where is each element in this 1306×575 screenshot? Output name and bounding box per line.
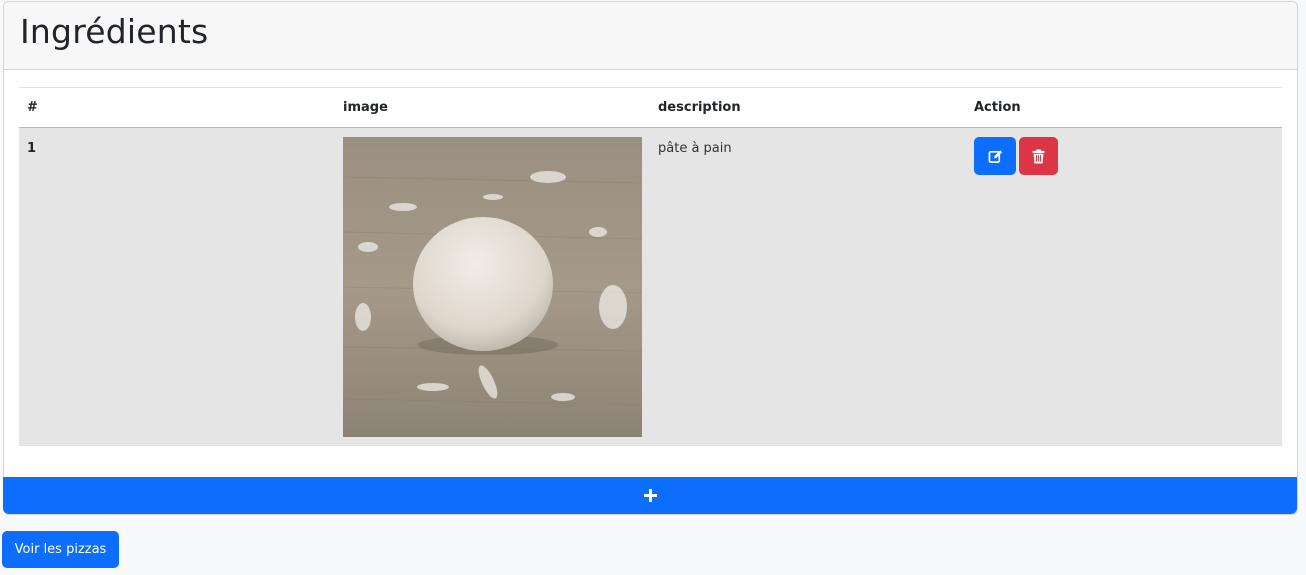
edit-button[interactable] [974,137,1016,175]
dough-image [343,137,642,437]
column-header-description: description [650,87,966,128]
row-description: pâte à pain [650,127,966,446]
edit-icon [988,149,1002,163]
trash-icon [1032,149,1045,163]
row-actions [966,127,1282,446]
column-header-index: # [19,87,335,128]
delete-button[interactable] [1019,137,1058,175]
ingredients-card: Ingrédients # image description Action 1 [3,1,1298,515]
table-header-row: # image description Action [19,87,1282,128]
ingredients-table: # image description Action 1 pâte à pain [19,87,1282,446]
view-pizzas-button[interactable]: Voir les pizzas [2,531,119,568]
column-header-image: image [335,87,650,128]
card-header: Ingrédients [4,2,1297,70]
page-title: Ingrédients [20,12,209,51]
row-image-cell [335,127,650,446]
add-ingredient-button[interactable] [3,477,1297,514]
table-row: 1 pâte à pain [19,127,1282,446]
column-header-action: Action [966,87,1282,128]
row-index: 1 [19,127,335,446]
plus-icon [643,489,657,502]
